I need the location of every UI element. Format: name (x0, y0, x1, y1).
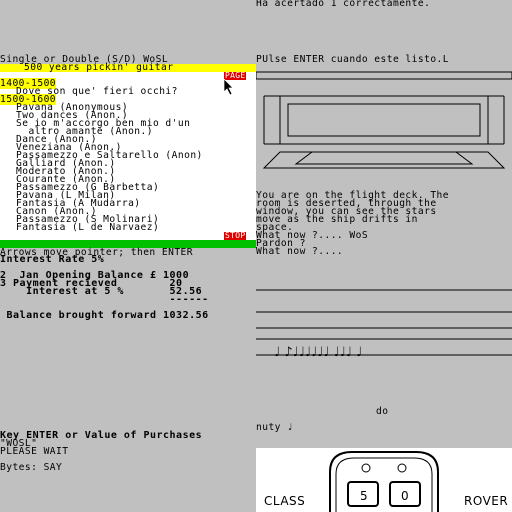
menu-header: 500 years pickin' guitar (0, 63, 256, 72)
enter-prompt: PUlse ENTER cuando este listo.L (256, 54, 450, 65)
balance-line: Balance brought forward 1032.56 (0, 310, 209, 321)
menu-panel: 500 years pickin' guitar PAGE 1400-1500 … (0, 63, 256, 240)
nuty-label: nuty ♩ (256, 422, 294, 433)
rover-digit: 0 (401, 489, 410, 503)
class-digit: 5 (360, 489, 369, 503)
status-bar: Arrows move pointer; then ENTER (0, 240, 256, 257)
finance-rule: ------ (0, 294, 209, 305)
menu-item[interactable]: Fantasia (L de Narvaez) (0, 223, 256, 233)
rover-label: ROVER (464, 494, 509, 508)
success-message: Ha acertado 1 correctamente. (256, 0, 431, 9)
console-panel: CLASS ROVER 5 0 (256, 448, 512, 512)
adventure-line: What now ?.... (256, 246, 344, 257)
music-staff: ♩ ♪♩♩♩♩♩♩ ♩♩♩ ♩ (256, 280, 512, 384)
do-label: do (376, 406, 389, 417)
ship-window-drawing (255, 64, 512, 188)
please-wait-text: PLEASE WAIT (0, 446, 69, 457)
music-notes: ♩ ♪♩♩♩♩♩♩ ♩♩♩ ♩ (274, 345, 363, 360)
interest-rate-label: Interest Rate 5% (0, 254, 105, 265)
stop-button[interactable]: STOP (224, 232, 247, 240)
bytes-text: Bytes: SAY (0, 462, 63, 473)
class-label: CLASS (264, 494, 306, 508)
